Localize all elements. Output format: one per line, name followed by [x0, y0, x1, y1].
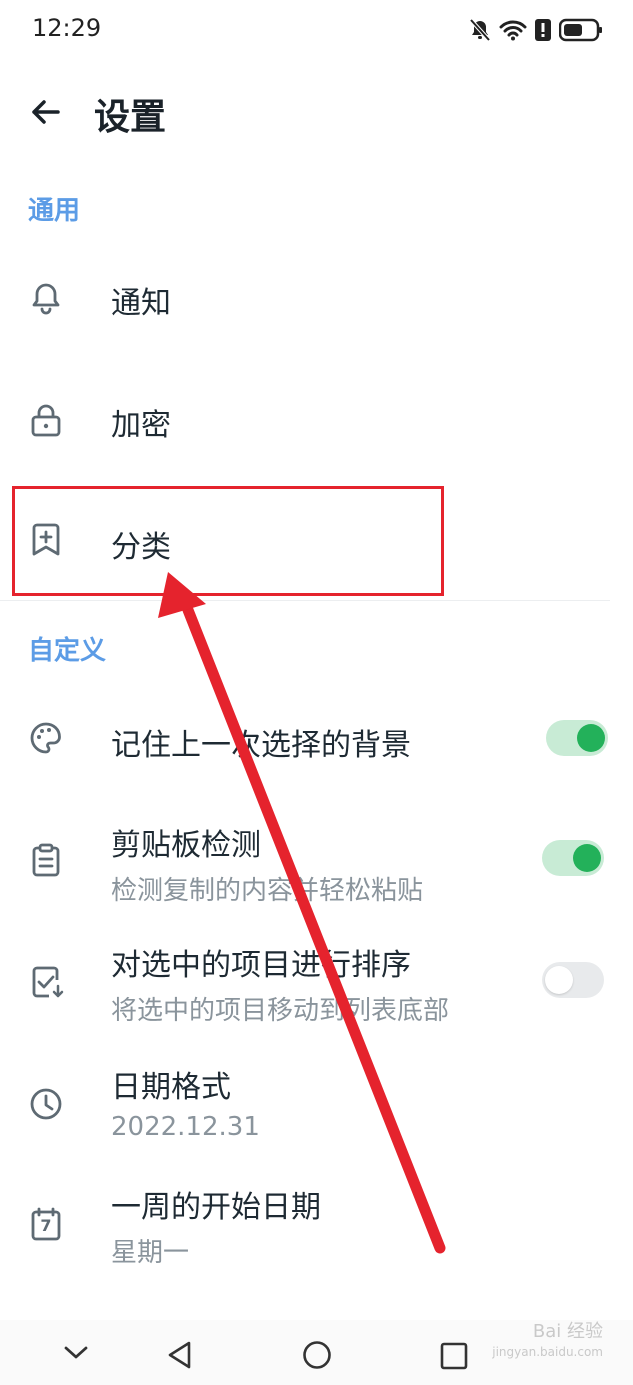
row-title-week-start: 一周的开始日期 — [111, 1190, 321, 1225]
watermark: Bai 经验 jingyan.baidu.com — [492, 1322, 603, 1362]
settings-row-remember-background[interactable]: 记住上一次选择的背景 — [0, 686, 633, 791]
toggle-sort-selected[interactable] — [542, 962, 604, 998]
row-title-notifications: 通知 — [111, 286, 171, 321]
settings-row-notifications[interactable]: 通知 — [0, 240, 610, 355]
arrow-left-icon — [32, 100, 60, 124]
row-subtitle-date-format: 2022.12.31 — [111, 1112, 260, 1142]
watermark-sub: jingyan.baidu.com — [492, 1345, 603, 1359]
lock-icon — [31, 404, 61, 437]
row-title-remember-background: 记住上一次选择的背景 — [111, 728, 411, 763]
row-title-date-format: 日期格式 — [111, 1070, 231, 1105]
alert-icon — [535, 19, 551, 41]
page-title: 设置 — [94, 97, 167, 138]
recents-square-icon[interactable] — [440, 1342, 468, 1370]
mute-bell-icon — [469, 18, 491, 42]
row-title-encryption: 加密 — [111, 408, 171, 443]
section-custom-header: 自定义 — [28, 636, 107, 666]
bell-icon — [32, 283, 60, 315]
row-title-clipboard: 剪贴板检测 — [111, 828, 261, 863]
status-icons — [469, 16, 603, 44]
watermark-main: Bai 经验 — [532, 1321, 603, 1342]
row-subtitle-week-start: 星期一 — [111, 1238, 190, 1268]
toggle-clipboard[interactable] — [542, 840, 604, 876]
wifi-icon — [499, 20, 527, 41]
row-title-sort-selected: 对选中的项目进行排序 — [111, 948, 411, 983]
toggle-knob — [573, 844, 601, 872]
row-subtitle-clipboard: 检测复制的内容并轻松粘贴 — [111, 876, 424, 906]
toggle-knob — [545, 966, 573, 994]
back-triangle-icon[interactable] — [166, 1340, 194, 1370]
settings-row-sort-selected[interactable]: 对选中的项目进行排序 将选中的项目移动到列表底部 — [0, 930, 633, 1035]
status-time: 12:29 — [32, 14, 102, 42]
toggle-remember-background[interactable] — [546, 720, 608, 756]
checkbox-sort-icon — [32, 966, 64, 998]
settings-row-clipboard[interactable]: 剪贴板检测 检测复制的内容并轻松粘贴 — [0, 808, 633, 913]
clock-icon — [30, 1088, 62, 1120]
palette-icon — [30, 722, 61, 754]
divider — [0, 600, 610, 601]
back-button[interactable] — [26, 92, 66, 132]
calendar-icon: 7 — [28, 1206, 64, 1242]
settings-row-encryption[interactable]: 加密 — [0, 362, 610, 477]
highlight-box — [12, 486, 444, 596]
settings-row-date-format[interactable]: 日期格式 2022.12.31 — [0, 1052, 633, 1157]
toggle-knob — [577, 724, 605, 752]
calendar-day-number: 7 — [40, 1216, 52, 1235]
battery-icon — [559, 18, 602, 42]
chevron-down-icon[interactable] — [62, 1340, 90, 1364]
settings-row-week-start[interactable]: 7 一周的开始日期 星期一 — [0, 1174, 633, 1279]
home-circle-icon[interactable] — [302, 1340, 332, 1370]
section-general-header: 通用 — [28, 196, 81, 226]
clipboard-icon — [32, 843, 60, 877]
row-subtitle-sort-selected: 将选中的项目移动到列表底部 — [111, 996, 450, 1026]
